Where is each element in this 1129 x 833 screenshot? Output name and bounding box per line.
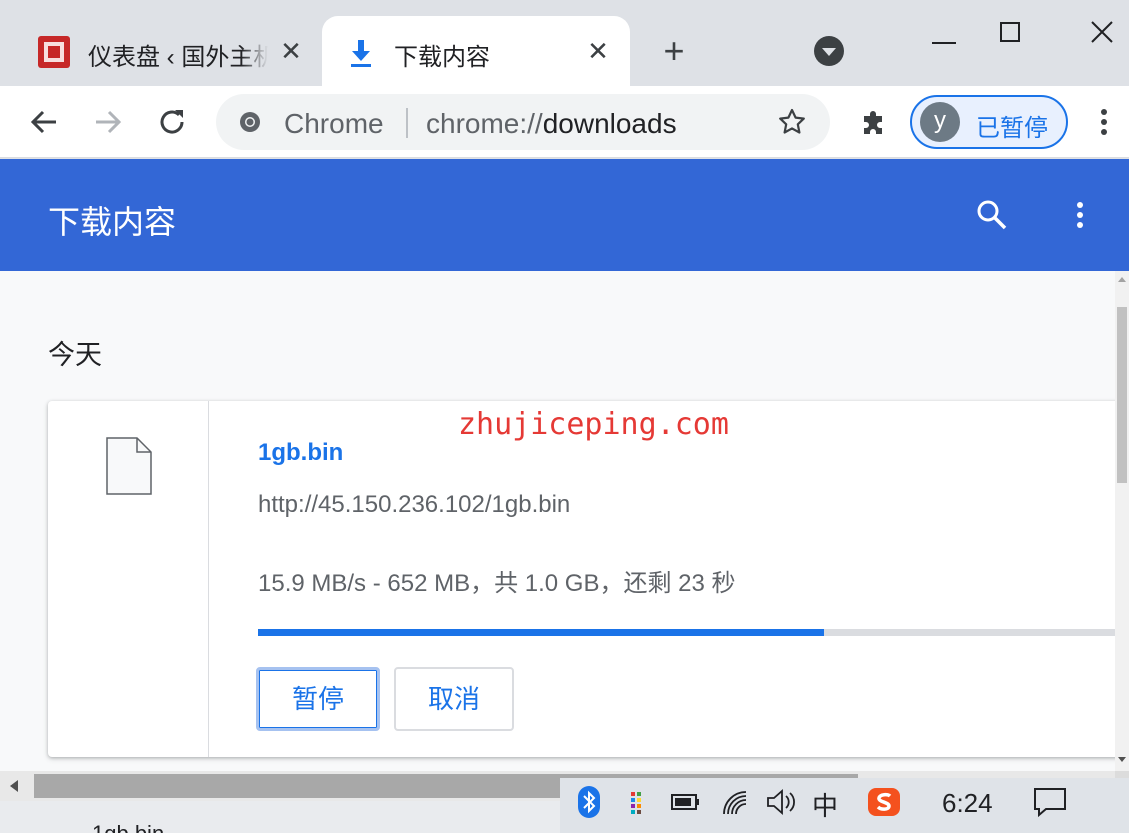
profile-status-label: 已暂停: [976, 115, 1048, 142]
new-tab-button[interactable]: +: [656, 33, 692, 70]
forward-icon[interactable]: [90, 104, 126, 140]
progress-bar: [258, 629, 1115, 636]
address-bar[interactable]: Chrome chrome://downloads: [216, 94, 830, 150]
url-prefix: chrome://: [426, 108, 543, 139]
back-icon[interactable]: [26, 104, 62, 140]
more-vert-icon[interactable]: [1090, 104, 1118, 140]
scroll-down-icon[interactable]: [1118, 757, 1126, 762]
scroll-up-icon[interactable]: [1118, 277, 1126, 282]
maximize-icon[interactable]: [992, 14, 1028, 50]
card-divider: [208, 401, 209, 757]
tab-title: 下载内容: [394, 44, 490, 71]
progress-fill: [258, 629, 824, 636]
tab-dashboard[interactable]: 仪表盘 ‹ 国外主机 ✕: [22, 16, 322, 86]
more-vert-icon[interactable]: [1066, 197, 1094, 233]
url-text[interactable]: chrome://downloads: [426, 108, 677, 140]
download-icon: [351, 40, 371, 67]
browser-toolbar: Chrome chrome://downloads y 已暂停: [0, 86, 1129, 158]
star-icon[interactable]: [776, 106, 808, 138]
cancel-button[interactable]: 取消: [394, 667, 514, 731]
page-title: 下载内容: [48, 204, 177, 240]
battery-icon[interactable]: [670, 784, 702, 820]
tab-title: 仪表盘 ‹ 国外主机: [88, 44, 268, 71]
url-host: downloads: [542, 108, 677, 139]
reload-icon[interactable]: [154, 104, 190, 140]
pause-button[interactable]: 暂停: [256, 667, 380, 731]
window-close-icon[interactable]: [1084, 14, 1120, 50]
downloads-list: 今天 zhujiceping.com 1gb.bin http://45.150…: [0, 271, 1115, 771]
tab-search-button[interactable]: [814, 36, 844, 66]
shelf-item-label[interactable]: 1gb.bin: [92, 823, 164, 833]
site-favicon-icon: [38, 36, 70, 68]
downloads-header: 下载内容: [0, 159, 1129, 271]
vertical-scroll-thumb[interactable]: [1117, 307, 1127, 483]
file-icon: [106, 437, 152, 495]
volume-icon[interactable]: [764, 784, 798, 820]
search-icon[interactable]: [974, 197, 1010, 233]
date-heading: 今天: [48, 340, 102, 370]
omnibox-label: Chrome: [284, 108, 384, 139]
tab-downloads[interactable]: 下载内容 ✕: [322, 16, 630, 86]
chrome-logo-icon: [240, 112, 260, 132]
extensions-icon[interactable]: [856, 104, 892, 140]
system-tray: 中 6:24: [560, 778, 1129, 833]
scroll-left-icon[interactable]: [10, 780, 18, 792]
avatar: y: [920, 102, 960, 142]
vertical-scrollbar[interactable]: [1115, 271, 1129, 771]
close-icon[interactable]: ✕: [583, 36, 613, 66]
watermark: zhujiceping.com: [458, 407, 729, 442]
color-grid-icon[interactable]: [626, 784, 648, 820]
profile-button[interactable]: y 已暂停: [910, 95, 1068, 149]
omnibox-separator: [406, 108, 408, 138]
wifi-icon[interactable]: [720, 784, 750, 820]
download-item: zhujiceping.com 1gb.bin http://45.150.23…: [48, 401, 1115, 757]
file-url-link[interactable]: http://45.150.236.102/1gb.bin: [258, 491, 570, 519]
download-status: 15.9 MB/s - 652 MB，共 1.0 GB，还剩 23 秒: [258, 570, 736, 597]
clock[interactable]: 6:24: [942, 788, 993, 819]
download-shelf: 1gb.bin: [0, 801, 560, 833]
close-icon[interactable]: ✕: [276, 36, 306, 66]
file-name-link[interactable]: 1gb.bin: [258, 439, 343, 467]
bluetooth-icon[interactable]: [578, 784, 600, 820]
minimize-icon[interactable]: [926, 14, 962, 50]
ime-indicator[interactable]: 中: [812, 786, 838, 823]
sogou-input-icon[interactable]: [866, 784, 902, 820]
tab-strip: 仪表盘 ‹ 国外主机 ✕ 下载内容 ✕ +: [0, 0, 1129, 86]
notification-icon[interactable]: [1032, 784, 1068, 820]
